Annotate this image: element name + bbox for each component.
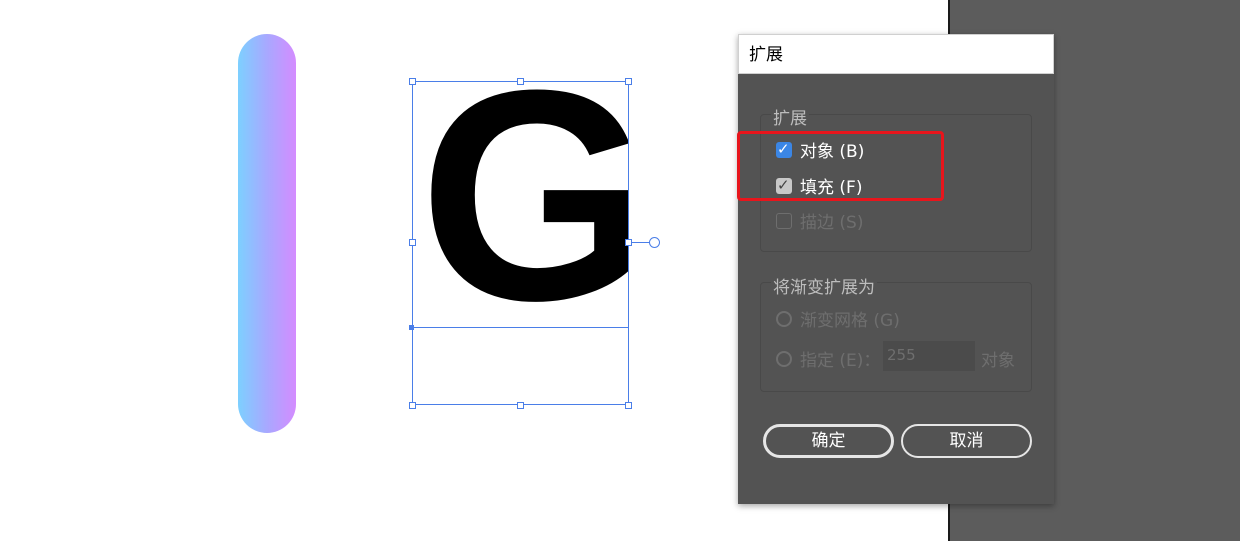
handle-bottom-center[interactable] [517,402,524,409]
gradient-mesh-label: 渐变网格 (G) [800,311,900,331]
selection-bounding-box [412,81,629,405]
handle-top-center[interactable] [517,78,524,85]
ok-button[interactable]: 确定 [763,424,894,458]
handle-middle-right[interactable] [625,239,632,246]
baseline-anchor [409,325,414,330]
gradient-group-label: 将渐变扩展为 [771,273,877,298]
handle-top-left[interactable] [409,78,416,85]
rotate-handle-line [632,242,650,243]
handle-top-right[interactable] [625,78,632,85]
dialog-title: 扩展 [738,34,1054,74]
gradient-line-shape[interactable] [238,34,296,433]
expand-group-label: 扩展 [771,104,809,129]
specify-label: 指定 (E)： [800,351,881,371]
specify-radio[interactable] [776,350,792,367]
specify-radio-row[interactable]: 指定 (E)： [776,346,880,371]
expand-dialog: 扩展 扩展 ✓ 对象 (B) ✓ 填充 (F) 描边 (S) 将渐变扩展为 渐变… [738,34,1054,504]
gradient-mesh-radio-row[interactable]: 渐变网格 (G) [776,306,900,331]
rotate-handle[interactable] [649,237,660,248]
stroke-checkbox-row[interactable]: 描边 (S) [776,208,863,233]
handle-bottom-left[interactable] [409,402,416,409]
handle-bottom-right[interactable] [625,402,632,409]
specify-count-input[interactable]: 255 [883,341,975,371]
annotation-highlight-box [737,131,944,201]
text-baseline [412,327,629,328]
cancel-button[interactable]: 取消 [901,424,1032,458]
gradient-mesh-radio[interactable] [776,310,792,327]
specify-unit-label: 对象 [981,351,1015,371]
handle-middle-left[interactable] [409,239,416,246]
gradient-group-box [760,282,1032,392]
stroke-checkbox[interactable] [776,212,792,229]
stroke-label: 描边 (S) [800,213,864,233]
